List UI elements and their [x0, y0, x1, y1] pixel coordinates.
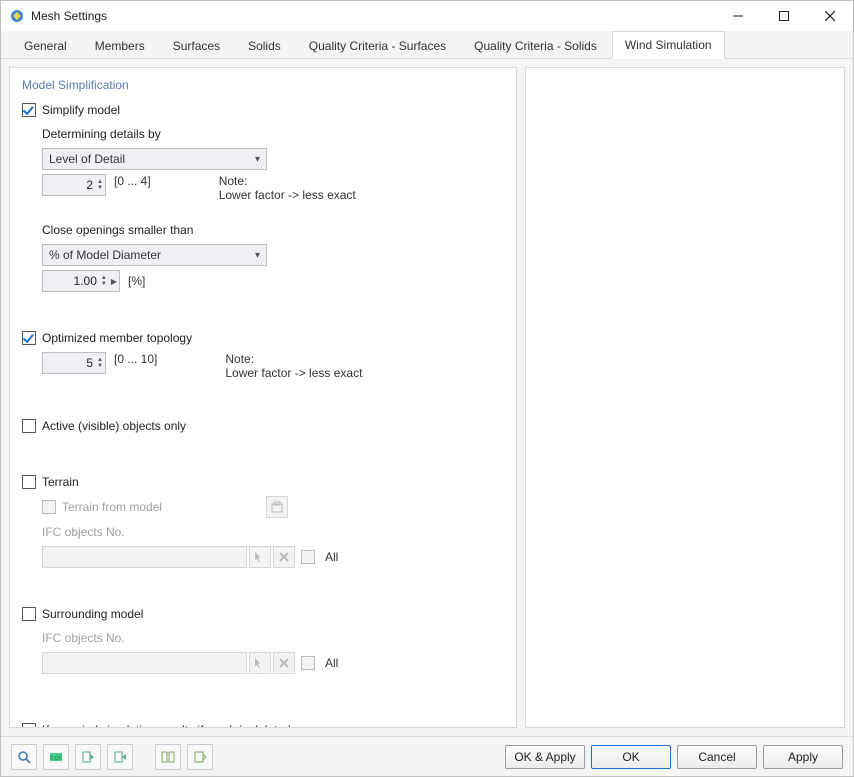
close-openings-select-value: % of Model Diameter: [49, 248, 161, 262]
spinner-down-icon[interactable]: ▼: [97, 363, 103, 369]
detail-note-body: Lower factor -> less exact: [219, 188, 356, 202]
surrounding-all-label: All: [325, 656, 338, 670]
tool-button-1[interactable]: [11, 744, 37, 770]
section-title: Model Simplification: [22, 78, 504, 92]
tab-quality-surfaces[interactable]: Quality Criteria - Surfaces: [296, 32, 459, 59]
ok-apply-button[interactable]: OK & Apply: [505, 745, 585, 769]
terrain-pick-object-button: [249, 546, 271, 568]
terrain-pick-button: [266, 496, 288, 518]
terrain-all-label: All: [325, 550, 338, 564]
svg-text:0.00: 0.00: [50, 756, 62, 762]
topology-note-head: Note:: [225, 352, 362, 366]
maximize-button[interactable]: [761, 1, 807, 31]
left-panel: Model Simplification Simplify model Dete…: [9, 67, 517, 728]
right-panel: [525, 67, 845, 728]
terrain-from-model-label: Terrain from model: [62, 500, 162, 514]
apply-button[interactable]: Apply: [763, 745, 843, 769]
active-objects-label: Active (visible) objects only: [42, 419, 186, 433]
surrounding-model-checkbox[interactable]: [22, 607, 36, 621]
close-openings-select[interactable]: % of Model Diameter ▾: [42, 244, 267, 266]
arrow-right-icon[interactable]: ▶: [111, 277, 117, 286]
terrain-checkbox[interactable]: [22, 475, 36, 489]
optimized-topology-checkbox[interactable]: [22, 331, 36, 345]
spinner-down-icon[interactable]: ▼: [97, 185, 103, 191]
content-area: Model Simplification Simplify model Dete…: [1, 59, 853, 736]
surrounding-all-checkbox: [301, 656, 315, 670]
surrounding-model-label: Surrounding model: [42, 607, 143, 621]
tab-quality-solids[interactable]: Quality Criteria - Solids: [461, 32, 610, 59]
ok-button[interactable]: OK: [591, 745, 671, 769]
titlebar: Mesh Settings: [1, 1, 853, 31]
spinner-down-icon[interactable]: ▼: [101, 281, 107, 287]
detail-note-head: Note:: [219, 174, 356, 188]
topology-range: [0 ... 10]: [114, 352, 157, 366]
window-title: Mesh Settings: [31, 9, 715, 23]
tool-button-2[interactable]: 0.00: [43, 744, 69, 770]
tool-button-5[interactable]: [155, 744, 181, 770]
tool-button-3[interactable]: [75, 744, 101, 770]
detail-factor-spinner[interactable]: 2 ▲▼: [42, 174, 106, 196]
terrain-ifc-input: [42, 546, 247, 568]
detail-range: [0 ... 4]: [114, 174, 151, 188]
chevron-down-icon: ▾: [255, 250, 260, 261]
detail-factor-value: 2: [49, 178, 97, 192]
simplify-model-label: Simplify model: [42, 103, 120, 117]
tab-general[interactable]: General: [11, 32, 80, 59]
simplify-model-checkbox[interactable]: [22, 103, 36, 117]
level-of-detail-select[interactable]: Level of Detail ▾: [42, 148, 267, 170]
tab-members[interactable]: Members: [82, 32, 158, 59]
tool-button-4[interactable]: [107, 744, 133, 770]
topology-factor-value: 5: [49, 356, 97, 370]
surrounding-pick-object-button: [249, 652, 271, 674]
chevron-down-icon: ▾: [255, 154, 260, 165]
terrain-label: Terrain: [42, 475, 79, 489]
determining-details-label: Determining details by: [42, 127, 161, 141]
close-openings-unit: [%]: [128, 274, 145, 288]
surrounding-ifc-label: IFC objects No.: [42, 631, 125, 645]
tab-solids[interactable]: Solids: [235, 32, 294, 59]
surrounding-clear-button: [273, 652, 295, 674]
tool-button-6[interactable]: [187, 744, 213, 770]
optimized-topology-label: Optimized member topology: [42, 331, 192, 345]
topology-factor-spinner[interactable]: 5 ▲▼: [42, 352, 106, 374]
close-button[interactable]: [807, 1, 853, 31]
close-openings-spinner[interactable]: 1.00 ▲▼ ▶: [42, 270, 120, 292]
terrain-from-model-checkbox: [42, 500, 56, 514]
keep-results-checkbox[interactable]: [22, 723, 36, 728]
level-of-detail-value: Level of Detail: [49, 152, 125, 166]
minimize-button[interactable]: [715, 1, 761, 31]
tabs-row: General Members Surfaces Solids Quality …: [1, 31, 853, 59]
close-openings-value: 1.00: [49, 274, 101, 288]
terrain-ifc-label: IFC objects No.: [42, 525, 125, 539]
footer: 0.00 OK & Apply OK Cancel Apply: [1, 736, 853, 776]
mesh-settings-window: Mesh Settings General Members Surfaces S…: [0, 0, 854, 777]
keep-results-label: Keep wind simulation results if mesh is …: [42, 723, 291, 728]
tab-wind-simulation[interactable]: Wind Simulation: [612, 31, 725, 59]
cancel-button[interactable]: Cancel: [677, 745, 757, 769]
active-objects-checkbox[interactable]: [22, 419, 36, 433]
tab-surfaces[interactable]: Surfaces: [160, 32, 233, 59]
terrain-clear-button: [273, 546, 295, 568]
close-openings-label: Close openings smaller than: [42, 223, 193, 237]
topology-note-body: Lower factor -> less exact: [225, 366, 362, 380]
terrain-all-checkbox: [301, 550, 315, 564]
app-icon: [9, 8, 25, 24]
surrounding-ifc-input: [42, 652, 247, 674]
